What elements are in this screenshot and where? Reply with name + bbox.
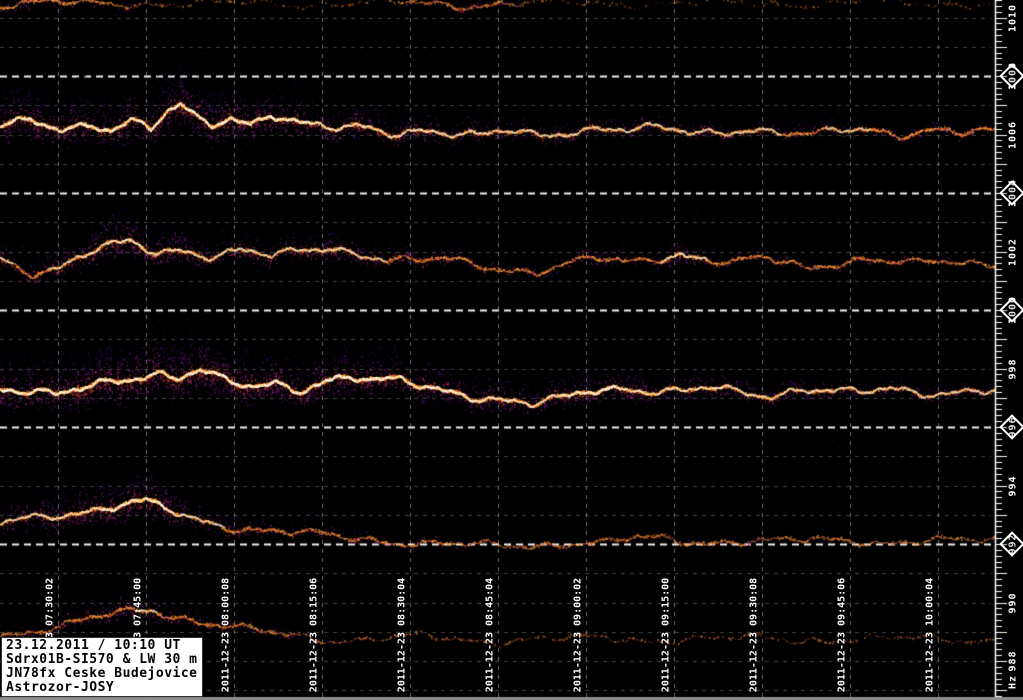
info-datetime: 23.12.2011 / 10:10 UT [6,639,198,653]
time-tick-label: 2011-12-23 09:30:08 [749,578,760,692]
station-info-box: 23.12.2011 / 10:10 UT Sdrx01B-SI570 & LW… [1,637,203,697]
freq-tick-label: 998 [1008,358,1019,379]
info-locator: JN78fx Ceske Budejovice [6,667,198,681]
time-tick-label: 2011-12-23 08:15:06 [309,578,320,692]
spectrogram-panel: 2011-12-23 07:30:022011-12-23 07:45:0020… [0,0,1023,700]
time-tick-label: 2011-12-23 08:45:04 [485,578,496,692]
info-observer: Astrozor-JOSY [6,681,198,695]
spectrogram-canvas [0,0,1023,700]
time-tick-label: 2011-12-23 10:00:04 [925,578,936,692]
freq-tick-label: 1006 [1008,120,1019,148]
time-tick-label: 2011-12-23 08:30:04 [397,578,408,692]
freq-tick-label: 1002 [1008,237,1019,265]
freq-tick-label: 988 [1008,650,1019,671]
time-tick-label: 2011-12-23 08:00:08 [221,578,232,692]
time-tick-label: 2011-12-23 09:45:06 [837,578,848,692]
freq-axis-unit-label: Hz [1008,675,1019,689]
time-tick-label: 2011-12-23 09:15:00 [661,578,672,692]
freq-tick-label: 994 [1008,475,1019,496]
info-receiver: Sdrx01B-SI570 & LW 30 m [6,653,198,667]
freq-tick-label: 1010 [1008,3,1019,31]
freq-tick-label: 990 [1008,592,1019,613]
time-tick-label: 2011-12-23 09:00:02 [573,578,584,692]
